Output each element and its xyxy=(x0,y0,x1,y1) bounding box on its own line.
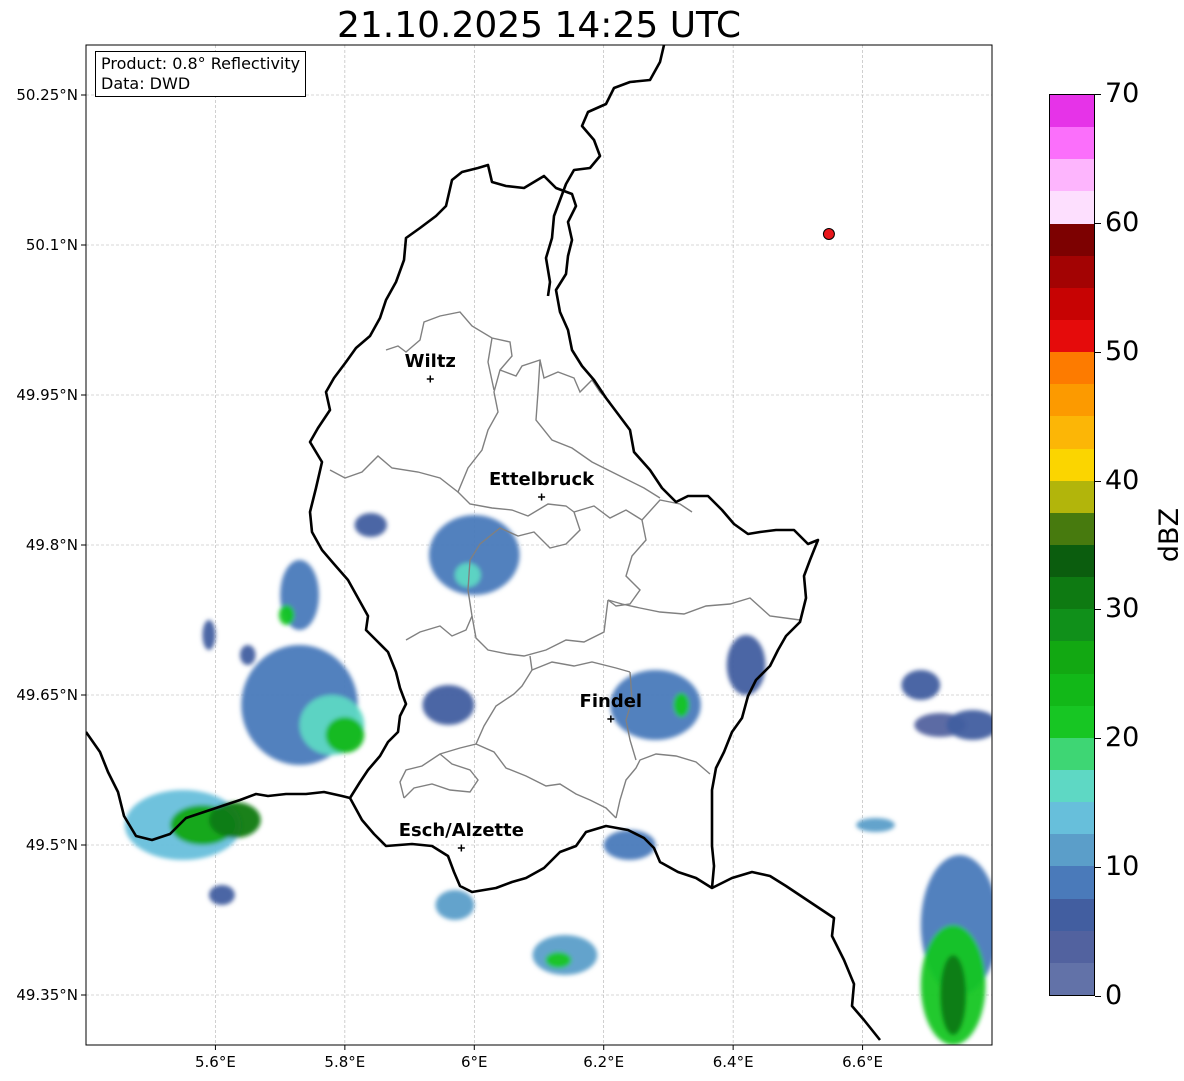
colorbar-segment xyxy=(1050,448,1094,481)
colorbar-tick-label: 50 xyxy=(1105,335,1140,367)
colorbar-tick-label: 70 xyxy=(1105,78,1140,109)
latitude-label: 49.95°N xyxy=(16,386,78,404)
colorbar-segment xyxy=(1050,191,1094,224)
colorbar-segment xyxy=(1050,287,1094,321)
colorbar-tick xyxy=(1095,94,1101,95)
longitude-label: 6.2°E xyxy=(583,1053,625,1071)
precip-cell xyxy=(208,885,235,905)
colorbar-segment xyxy=(1050,223,1094,256)
colorbar-tick xyxy=(1095,480,1101,482)
precip-cell xyxy=(940,955,967,1035)
longitude-label: 6.4°E xyxy=(712,1053,754,1071)
precip-cell xyxy=(545,952,572,968)
colorbar-segment xyxy=(1050,577,1094,610)
colorbar-segment xyxy=(1050,770,1094,803)
colorbar-segment xyxy=(1050,962,1094,995)
colorbar-tick xyxy=(1095,867,1101,869)
colorbar-tick xyxy=(1095,738,1101,740)
colorbar-tick-label: 10 xyxy=(1105,851,1140,883)
radar-map xyxy=(81,44,993,1050)
colorbar-segment xyxy=(1050,320,1094,353)
latitude-label: 49.5°N xyxy=(25,836,78,854)
colorbar-segment xyxy=(1050,802,1094,835)
colorbar-segment xyxy=(1050,705,1094,738)
product-info-box: Product: 0.8° Reflectivity Data: DWD xyxy=(95,51,307,97)
colorbar-segment xyxy=(1050,866,1094,899)
city-label: Esch/Alzette xyxy=(398,820,524,841)
precip-cell xyxy=(325,717,365,753)
latitude-label: 49.65°N xyxy=(16,686,78,704)
precip-cell xyxy=(901,670,941,700)
colorbar-segment xyxy=(1050,95,1094,128)
product-label: Product: 0.8° Reflectivity xyxy=(101,54,301,73)
city-label: Ettelbruck xyxy=(489,469,595,490)
colorbar-segment xyxy=(1050,737,1094,771)
latitude-label: 49.8°N xyxy=(25,536,78,554)
colorbar-tick-label: 60 xyxy=(1105,206,1140,238)
colorbar-segment xyxy=(1050,834,1094,867)
colorbar-segment xyxy=(1050,127,1094,160)
precip-cell xyxy=(202,620,216,650)
colorbar-segment xyxy=(1050,898,1094,931)
colorbar-tick-label: 40 xyxy=(1105,464,1140,496)
colorbar-segment xyxy=(1050,255,1094,288)
city-label: Wiltz xyxy=(404,351,456,372)
precip-cell xyxy=(946,710,992,740)
colorbar-segment xyxy=(1050,641,1094,674)
colorbar xyxy=(1049,94,1095,996)
city-label: Findel xyxy=(579,691,643,712)
colorbar-segment xyxy=(1050,545,1094,578)
colorbar-tick-label: 30 xyxy=(1105,593,1140,625)
colorbar-tick xyxy=(1095,351,1101,353)
precip-cell xyxy=(435,890,475,920)
precip-cell xyxy=(354,513,387,537)
colorbar-segment xyxy=(1050,512,1094,546)
colorbar-segment xyxy=(1050,930,1094,963)
colorbar-tick-label: 20 xyxy=(1105,722,1140,754)
colorbar-segment xyxy=(1050,416,1094,449)
colorbar-segment xyxy=(1050,480,1094,513)
longitude-label: 6°E xyxy=(461,1053,488,1071)
precip-cell xyxy=(240,645,256,665)
precip-cell xyxy=(726,635,766,695)
colorbar-tick xyxy=(1095,996,1101,997)
colorbar-tick-label: 0 xyxy=(1105,980,1123,1011)
longitude-label: 5.6°E xyxy=(195,1053,236,1071)
longitude-label: 5.8°E xyxy=(324,1053,366,1071)
colorbar-segment xyxy=(1050,609,1094,642)
colorbar-segment xyxy=(1050,352,1094,385)
precip-cell xyxy=(278,605,295,625)
colorbar-segment xyxy=(1050,673,1094,706)
latitude-label: 50.1°N xyxy=(25,236,78,254)
latitude-label: 49.35°N xyxy=(16,986,78,1004)
latitude-label: 50.25°N xyxy=(16,86,78,104)
colorbar-tick xyxy=(1095,222,1101,224)
colorbar-segment xyxy=(1050,384,1094,417)
precip-cell xyxy=(856,818,895,832)
colorbar-segment xyxy=(1050,159,1094,192)
longitude-label: 6.6°E xyxy=(842,1053,883,1071)
colorbar-tick xyxy=(1095,609,1101,611)
radar-site-marker xyxy=(822,228,835,240)
colorbar-unit-label: dBZ xyxy=(1154,507,1184,563)
data-source-label: Data: DWD xyxy=(101,74,191,93)
